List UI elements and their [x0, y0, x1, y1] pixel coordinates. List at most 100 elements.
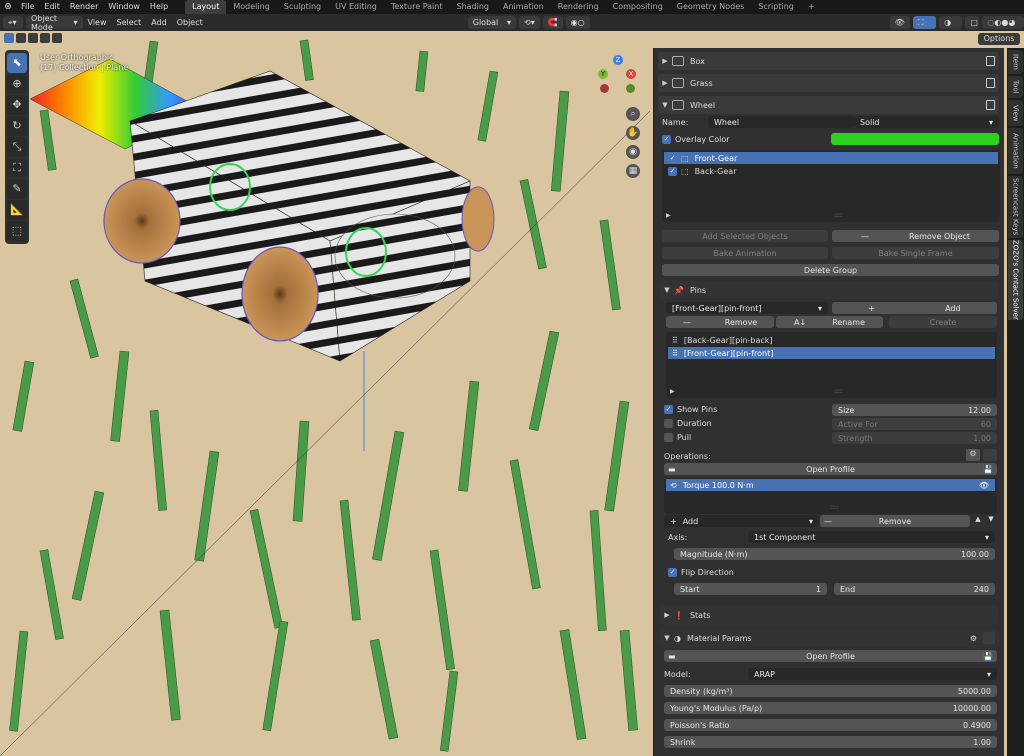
select-box-icon[interactable] [4, 33, 14, 43]
pan-hand-icon[interactable]: ✋ [626, 126, 640, 140]
axis-select[interactable]: 1st Component ▾ [748, 531, 995, 543]
copy-icon[interactable] [986, 56, 995, 66]
pull-row[interactable]: Pull [664, 433, 691, 442]
chevron-right-icon[interactable]: ▶ [666, 212, 671, 219]
tab-tool[interactable]: Tool [1008, 76, 1023, 98]
pin-item-back[interactable]: ⠿ [Back-Gear][pin-back] [668, 334, 995, 346]
tab-scripting[interactable]: Scripting [751, 0, 801, 14]
pivot-icon[interactable]: ⟲▾ [518, 16, 540, 29]
rotate-tool-icon[interactable]: ↻ [7, 116, 27, 136]
gizmo-x-axis[interactable]: X [626, 69, 636, 79]
options-button[interactable]: Options [978, 33, 1020, 45]
bake-single-frame-button[interactable]: Bake Single Frame [832, 247, 999, 259]
list-resize-grip[interactable]: :::: [830, 504, 838, 511]
show-pins-row[interactable]: ✓ Show Pins [664, 405, 717, 414]
menu-file[interactable]: File [16, 0, 39, 14]
open-profile-button[interactable]: ▬ Open Profile 💾 [664, 463, 997, 475]
delete-group-button[interactable]: Delete Group [662, 264, 999, 276]
mode-select[interactable]: Object Mode ▾ [25, 14, 83, 32]
list-resize-grip[interactable]: :::: [834, 388, 842, 395]
tab-geometry-nodes[interactable]: Geometry Nodes [670, 0, 751, 14]
end-frame-field[interactable]: End 240 [834, 583, 995, 595]
flip-direction-row[interactable]: ✓ Flip Direction [668, 568, 734, 577]
group-box-header[interactable]: ▶ Box [658, 52, 999, 70]
tab-modeling[interactable]: Modeling [226, 0, 276, 14]
grid-icon[interactable]: ▦ [626, 164, 640, 178]
menu-help[interactable]: Help [145, 0, 173, 14]
shading-modes[interactable]: ◌◐●◕ [982, 16, 1024, 29]
add-cube-tool-icon[interactable]: ⬚ [7, 221, 27, 241]
overlay-checkbox[interactable]: ✓ [662, 135, 671, 144]
overlay-toggle-icon[interactable]: ◑ [939, 16, 963, 29]
material-params-header[interactable]: ▼ ◑ Material Params ⚙ [660, 629, 999, 647]
add-pin-button[interactable]: + Add [832, 302, 997, 314]
rename-pin-button[interactable]: A↓ Rename [776, 316, 883, 328]
tab-compositing[interactable]: Compositing [606, 0, 670, 14]
duration-checkbox[interactable] [664, 419, 673, 428]
select-tool-icon[interactable]: ⬉ [7, 53, 27, 73]
material-menu-icon[interactable]: ⚙ [970, 634, 977, 643]
material-extra-icon[interactable] [983, 632, 995, 644]
select-intersect-icon[interactable] [52, 33, 62, 43]
measure-tool-icon[interactable]: 📐 [7, 200, 27, 220]
move-down-icon[interactable]: ▼ [985, 515, 997, 527]
copy-icon[interactable] [986, 78, 995, 88]
scale-tool-icon[interactable]: ⤡ [7, 137, 27, 157]
menu-object[interactable]: Object [172, 18, 208, 27]
remove-object-button[interactable]: — Remove Object [832, 230, 999, 242]
proportional-icon[interactable]: ◉○ [565, 16, 590, 29]
operations-menu-icon[interactable]: ⚙ [966, 449, 980, 461]
pin-item-front[interactable]: ⠿ [Front-Gear][pin-front] [668, 347, 995, 359]
poissons-ratio-field[interactable]: Poisson's Ratio 0.4900 [664, 719, 997, 731]
checkbox-icon[interactable]: ✓ [668, 153, 677, 163]
tab-texture-paint[interactable]: Texture Paint [384, 0, 450, 14]
list-item-back-gear[interactable]: ✓ ⬚ Back-Gear [664, 165, 998, 177]
operation-item-torque[interactable]: ⟲ Torque 100.0 N·m 👁 [666, 479, 995, 491]
tab-animation[interactable]: Animation [496, 0, 551, 14]
flip-checkbox[interactable]: ✓ [668, 568, 677, 577]
tab-screencast-keys[interactable]: Screencast Keys [1008, 176, 1023, 238]
transform-tool-icon[interactable]: ⛶ [7, 158, 27, 178]
pin-select[interactable]: [Front-Gear][pin-front] ▾ [666, 302, 828, 314]
add-selected-objects-button[interactable]: Add Selected Objects [662, 230, 828, 242]
model-select[interactable]: ARAP ▾ [748, 668, 997, 680]
gizmo-toggle-icon[interactable]: ⛶ [912, 16, 937, 29]
pull-checkbox[interactable] [664, 433, 673, 442]
shading-select[interactable]: Solid ▾ [854, 116, 999, 128]
tab-contact-solver[interactable]: ZOZO's Contact Solver [1008, 240, 1023, 320]
menu-view[interactable]: View [83, 18, 112, 27]
editor-type-button[interactable]: ⌖▾ [3, 16, 23, 29]
menu-select[interactable]: Select [112, 18, 147, 27]
navigation-gizmo[interactable]: Z Y X [596, 53, 640, 101]
overlay-color-row[interactable]: ✓ Overlay Color [662, 135, 730, 144]
tab-item[interactable]: Item [1008, 50, 1023, 74]
gizmo-z-axis[interactable]: Z [613, 55, 623, 65]
select-extend-icon[interactable] [16, 33, 26, 43]
menu-add[interactable]: Add [146, 18, 172, 27]
operations-extra-icon[interactable] [983, 449, 997, 461]
list-item-front-gear[interactable]: ✓ ⬚ Front-Gear [664, 152, 998, 164]
tab-animation-sidebar[interactable]: Animation [1008, 128, 1023, 174]
cursor-tool-icon[interactable]: ⊕ [7, 74, 27, 94]
select-subtract-icon[interactable] [28, 33, 38, 43]
overlay-color-swatch[interactable] [831, 133, 999, 145]
add-workspace-button[interactable]: + [801, 0, 822, 14]
chevron-right-icon[interactable]: ▶ [670, 388, 675, 395]
youngs-modulus-field[interactable]: Young's Modulus (Pa/ρ) 10000.00 [664, 702, 997, 714]
magnitude-field[interactable]: Magnitude (N·m) 100.00 [674, 548, 995, 560]
remove-pin-button[interactable]: — Remove [666, 316, 774, 328]
tab-view[interactable]: View [1008, 100, 1023, 126]
blender-logo-icon[interactable]: ⊛ [0, 2, 16, 12]
duration-row[interactable]: Duration [664, 419, 712, 428]
menu-window[interactable]: Window [103, 0, 145, 14]
checkbox-icon[interactable]: ✓ [668, 166, 677, 176]
name-field[interactable]: Wheel [708, 116, 854, 128]
tab-sculpting[interactable]: Sculpting [277, 0, 328, 14]
eye-icon[interactable]: 👁 [979, 481, 989, 490]
material-open-profile-button[interactable]: ▬ Open Profile 💾 [664, 650, 997, 662]
show-pins-checkbox[interactable]: ✓ [664, 405, 673, 414]
active-for-field[interactable]: Active For 60 [832, 418, 997, 430]
gizmo-y-axis[interactable]: Y [598, 69, 608, 79]
orientation-select[interactable]: Global ▾ [467, 16, 516, 29]
start-frame-field[interactable]: Start 1 [674, 583, 827, 595]
